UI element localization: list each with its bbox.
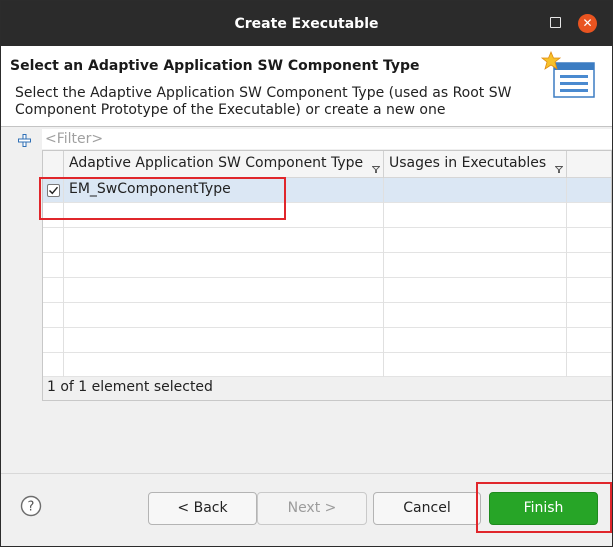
empty-table-row [43, 253, 611, 278]
empty-table-row [43, 228, 611, 253]
column-header-label: Usages in Executables [389, 155, 547, 171]
column-header-label: Adaptive Application SW Component Type [69, 155, 364, 171]
empty-cell [43, 303, 64, 328]
table-header: Adaptive Application SW Component Type U… [43, 151, 611, 178]
empty-table-row [43, 328, 611, 353]
empty-cell [43, 328, 64, 353]
cancel-button[interactable]: Cancel [373, 492, 481, 525]
empty-cell [64, 353, 384, 378]
column-filter-icon[interactable] [372, 166, 380, 173]
wizard-banner-icon [541, 51, 595, 98]
empty-table-row [43, 353, 611, 378]
selection-status: 1 of 1 element selected [43, 377, 611, 400]
highlight-annotation-finish [476, 482, 612, 533]
add-plus-icon[interactable] [18, 134, 31, 147]
empty-cell [64, 328, 384, 353]
usages-cell[interactable] [384, 178, 567, 203]
empty-cell [384, 228, 567, 253]
empty-cell [384, 303, 567, 328]
empty-cell [43, 278, 64, 303]
column-header-usages[interactable]: Usages in Executables [384, 151, 567, 178]
column-filter-icon[interactable] [555, 166, 563, 173]
window-title: Create Executable [234, 15, 379, 32]
empty-cell [384, 353, 567, 378]
filter-input[interactable] [42, 129, 612, 149]
empty-table-row [43, 278, 611, 303]
footer-divider [1, 473, 612, 474]
column-header-component-type[interactable]: Adaptive Application SW Component Type [64, 151, 384, 178]
page-description: Select the Adaptive Application SW Compo… [15, 85, 512, 118]
empty-cell [43, 228, 64, 253]
empty-cell [384, 278, 567, 303]
back-button[interactable]: < Back [148, 492, 257, 525]
highlight-annotation-row [39, 177, 286, 220]
empty-table-row [43, 303, 611, 328]
empty-cell [64, 303, 384, 328]
empty-cell [43, 253, 64, 278]
title-bar[interactable]: Create Executable ✕ [1, 1, 612, 46]
header-divider [1, 126, 612, 127]
checkbox-column-header [43, 151, 64, 178]
help-icon[interactable]: ? [20, 495, 42, 517]
empty-cell [64, 253, 384, 278]
maximize-icon[interactable] [550, 17, 561, 28]
empty-cell [384, 328, 567, 353]
empty-cell [64, 228, 384, 253]
empty-cell [43, 353, 64, 378]
page-title: Select an Adaptive Application SW Compon… [10, 58, 420, 74]
create-executable-dialog: Create Executable ✕ Select an Adaptive A… [0, 0, 613, 547]
empty-cell [384, 203, 567, 228]
wizard-header: Select an Adaptive Application SW Compon… [1, 46, 612, 126]
next-button[interactable]: Next > [257, 492, 367, 525]
empty-cell [64, 278, 384, 303]
close-icon[interactable]: ✕ [578, 14, 597, 33]
svg-text:?: ? [28, 500, 35, 515]
empty-cell [384, 253, 567, 278]
